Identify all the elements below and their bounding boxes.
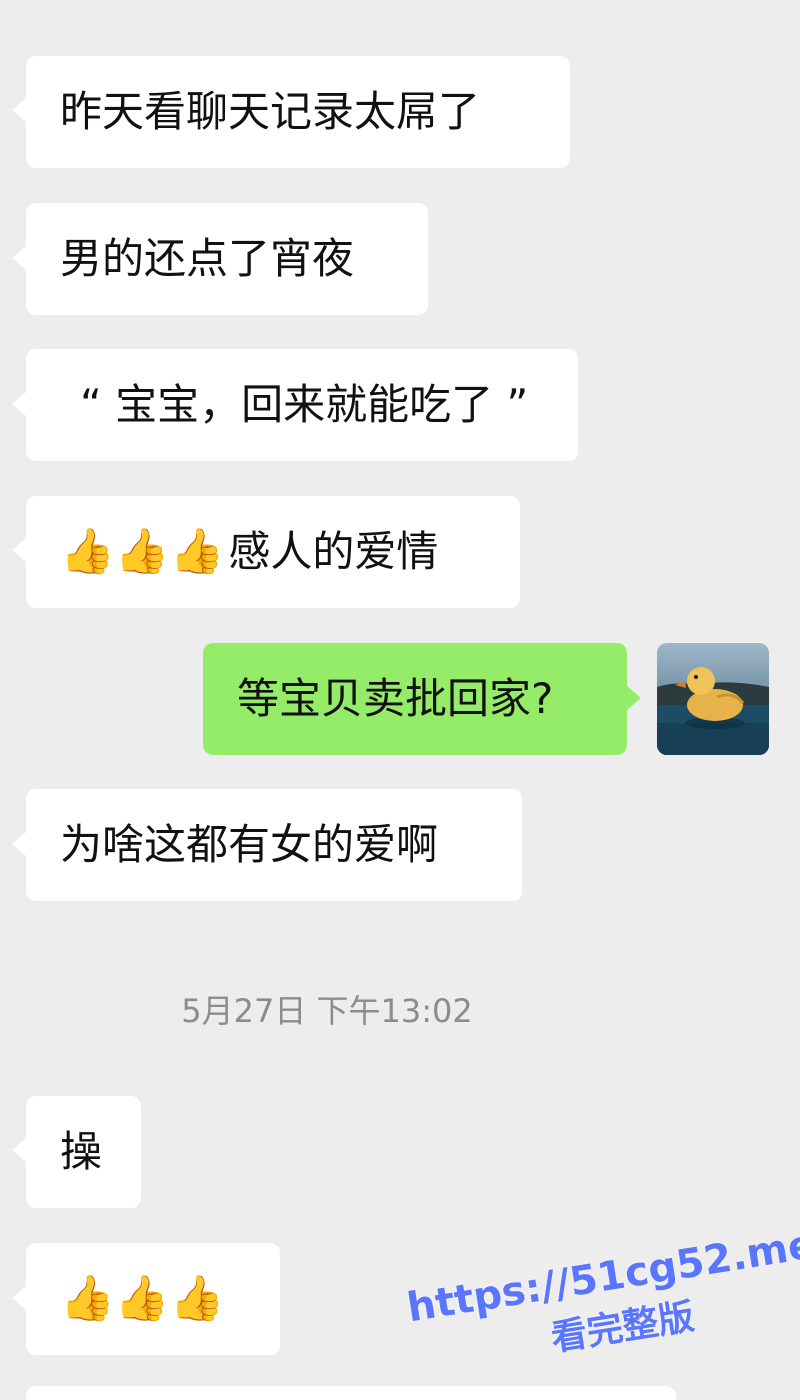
message-text: 感人的爱情 — [228, 527, 439, 576]
message-bubble[interactable]: “ 宝宝，回来就能吃了 ” — [26, 349, 578, 461]
bubble-tail — [12, 538, 26, 562]
message-bubble[interactable]: 为啥这都有女的爱啊 — [26, 789, 522, 901]
message-text: 男的还点了宵夜 — [60, 234, 355, 283]
message-bubble[interactable]: 男的还点了宵夜 — [26, 203, 428, 315]
message-bubble[interactable]: 等宝贝卖批回家? — [203, 643, 627, 755]
message-bubble[interactable]: 👍👍👍 — [26, 1243, 280, 1355]
message-text: “ 宝宝，回来就能吃了 ” — [80, 380, 529, 429]
message-text: 为啥这都有女的爱啊 — [60, 820, 439, 869]
bubble-tail — [12, 832, 26, 856]
bubble-tail — [12, 1138, 26, 1162]
thumbs-up-icon: 👍👍👍 — [60, 526, 225, 577]
bubble-tail — [627, 686, 641, 710]
bubble-tail — [12, 392, 26, 416]
bubble-tail — [12, 246, 26, 270]
thumbs-up-icon: 👍👍👍 — [60, 1273, 225, 1324]
message-text: 等宝贝卖批回家? — [237, 674, 554, 723]
bubble-tail — [12, 98, 26, 122]
message-bubble[interactable]: 操 — [26, 1096, 141, 1208]
message-bubble[interactable]: 昨天看聊天记录太屌了 — [26, 56, 570, 168]
timestamp: 5月27日 下午13:02 — [181, 992, 473, 1030]
bubble-tail — [12, 1286, 26, 1310]
message-bubble-partial — [26, 1386, 676, 1400]
message-bubble[interactable]: 👍👍👍 感人的爱情 — [26, 496, 520, 608]
message-text: 操 — [60, 1127, 103, 1176]
message-text: 昨天看聊天记录太屌了 — [60, 87, 481, 136]
rubber-duck-avatar-icon — [657, 643, 769, 755]
avatar[interactable] — [657, 643, 769, 755]
